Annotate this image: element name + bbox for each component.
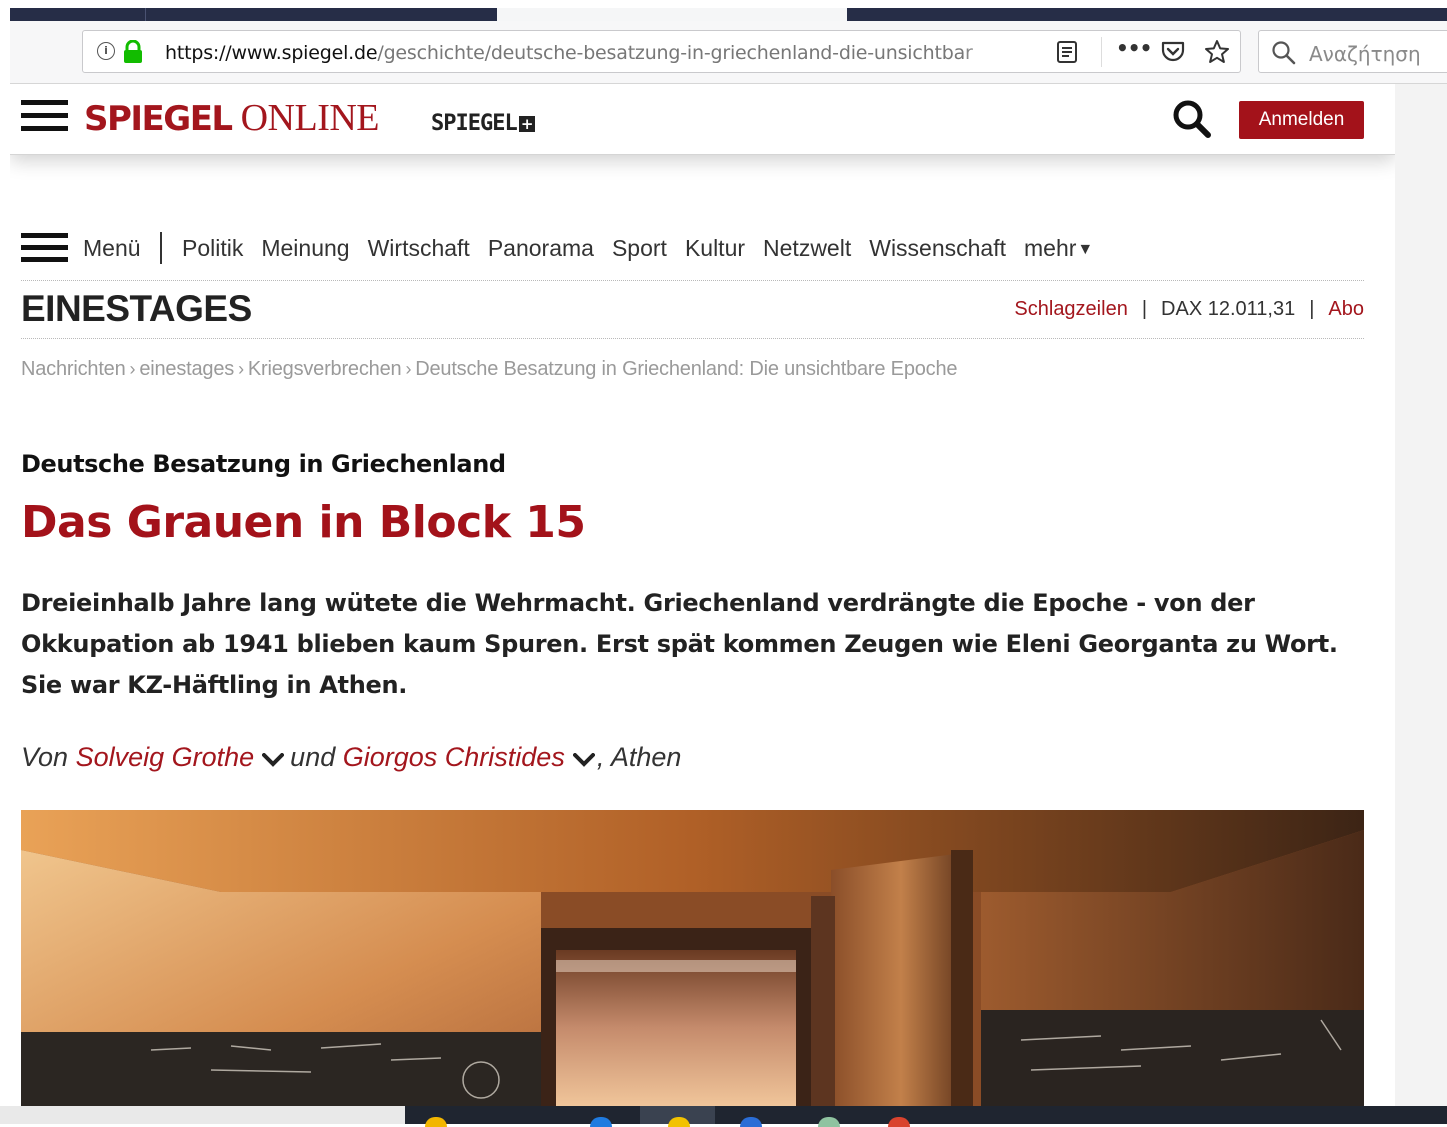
- article-hero-image[interactable]: [21, 810, 1364, 1106]
- menu-button[interactable]: Menü: [83, 235, 141, 262]
- divider-line: [21, 338, 1364, 339]
- os-taskbar: [0, 1106, 1447, 1127]
- divider-line: [21, 280, 1364, 281]
- page-right-gutter: [1395, 84, 1447, 1106]
- abo-link[interactable]: Abo: [1328, 298, 1364, 320]
- browser-tab-strip: [10, 8, 1447, 21]
- hamburger-menu-icon[interactable]: [21, 233, 68, 265]
- byline-place: , Athen: [596, 742, 682, 772]
- nav-item-more[interactable]: mehr▼: [1024, 235, 1093, 262]
- nav-item-sport[interactable]: Sport: [612, 235, 667, 262]
- logo-spiegel: SPIEGEL: [84, 99, 233, 139]
- plus-glyph: +: [518, 116, 535, 132]
- article-byline: Von Solveig Grothe und Giorgos Christides…: [21, 742, 681, 773]
- nav-item-politik[interactable]: Politik: [182, 235, 243, 262]
- article-teaser: Dreieinhalb Jahre lang wütete die Wehrma…: [21, 589, 1338, 699]
- url-text[interactable]: https://www.spiegel.de/geschichte/deutsc…: [165, 42, 997, 64]
- spiegel-online-logo[interactable]: SPIEGEL ONLINE: [84, 96, 380, 140]
- pocket-icon[interactable]: [1160, 40, 1186, 64]
- category-navigation: Menü Politik Meinung Wirtschaft Panorama Spo…: [10, 230, 1395, 270]
- author-link[interactable]: Giorgos Christides: [343, 742, 565, 772]
- section-title[interactable]: EINESTAGES: [21, 288, 252, 330]
- spiegel-plus-logo[interactable]: SPIEGEL +: [431, 111, 535, 136]
- headlines-link[interactable]: Schlagzeilen: [1014, 298, 1127, 320]
- header-links: Schlagzeilen | DAX 12.011,31 | Abo: [1014, 298, 1364, 320]
- breadcrumb-separator: ›: [405, 359, 412, 379]
- url-path: /geschichte/deutsche-besatzung-in-griech…: [377, 42, 973, 64]
- hamburger-menu-icon[interactable]: [21, 100, 68, 132]
- lock-icon[interactable]: [122, 40, 144, 64]
- search-icon: [1272, 41, 1296, 65]
- active-tab[interactable]: [497, 8, 847, 21]
- browser-navigation-bar: i https://www.spiegel.de/geschichte/deut…: [10, 21, 1447, 84]
- nav-list: Politik Meinung Wirtschaft Panorama Sport Kul…: [182, 235, 1111, 262]
- chevron-down-icon[interactable]: [572, 753, 595, 767]
- article-headline: Das Grauen in Block 15: [21, 497, 586, 548]
- tab-separator: [145, 8, 146, 21]
- breadcrumb-separator: ›: [238, 359, 244, 379]
- breadcrumb: Nachrichten › einestages › Kriegsverbrechen ›…: [21, 358, 958, 381]
- nav-item-kultur[interactable]: Kultur: [685, 235, 745, 262]
- nav-item-panorama[interactable]: Panorama: [488, 235, 594, 262]
- more-actions-icon[interactable]: •••: [1116, 36, 1152, 60]
- logo-online: ONLINE: [240, 97, 380, 139]
- dax-value[interactable]: DAX 12.011,31: [1161, 298, 1295, 320]
- reader-view-icon[interactable]: [1056, 40, 1078, 64]
- spiegel-plus-text: SPIEGEL: [431, 111, 518, 136]
- breadcrumb-item[interactable]: Nachrichten: [21, 358, 126, 380]
- nav-item-wissenschaft[interactable]: Wissenschaft: [869, 235, 1006, 262]
- taskbar-apps-area: [405, 1106, 1447, 1124]
- login-button[interactable]: Anmelden: [1239, 101, 1364, 139]
- byline-und: und: [290, 742, 336, 772]
- author-link[interactable]: Solveig Grothe: [76, 742, 255, 772]
- search-icon[interactable]: [1171, 98, 1213, 140]
- breadcrumb-item[interactable]: einestages: [139, 358, 234, 380]
- bookmark-star-icon[interactable]: [1204, 39, 1230, 65]
- breadcrumb-current: Deutsche Besatzung in Griechenland: Die …: [415, 358, 958, 380]
- web-page: SPIEGEL ONLINE SPIEGEL + Anmelden Menü Po…: [10, 84, 1395, 1106]
- more-label: mehr: [1024, 235, 1077, 261]
- info-icon[interactable]: i: [97, 42, 115, 60]
- article-kicker: Deutsche Besatzung in Griechenland: [21, 450, 506, 478]
- breadcrumb-item[interactable]: Kriegsverbrechen: [248, 358, 402, 380]
- nav-divider: [160, 232, 162, 264]
- byline-von: Von: [21, 742, 69, 772]
- toolbar-separator: [1101, 37, 1102, 67]
- search-placeholder: Αναζήτηση: [1309, 42, 1421, 66]
- browser-search-bar[interactable]: Αναζήτηση: [1258, 30, 1447, 73]
- url-fade: [963, 35, 1003, 69]
- triangle-down-icon: ▼: [1077, 241, 1094, 258]
- url-host: https://www.spiegel.de: [165, 42, 378, 64]
- nav-item-wirtschaft[interactable]: Wirtschaft: [368, 235, 470, 262]
- nav-item-netzwelt[interactable]: Netzwelt: [763, 235, 851, 262]
- breadcrumb-separator: ›: [129, 359, 136, 379]
- site-header: SPIEGEL ONLINE SPIEGEL + Anmelden: [10, 84, 1395, 155]
- address-bar[interactable]: i https://www.spiegel.de/geschichte/deut…: [82, 30, 1241, 73]
- chevron-down-icon[interactable]: [262, 753, 285, 767]
- nav-item-meinung[interactable]: Meinung: [261, 235, 349, 262]
